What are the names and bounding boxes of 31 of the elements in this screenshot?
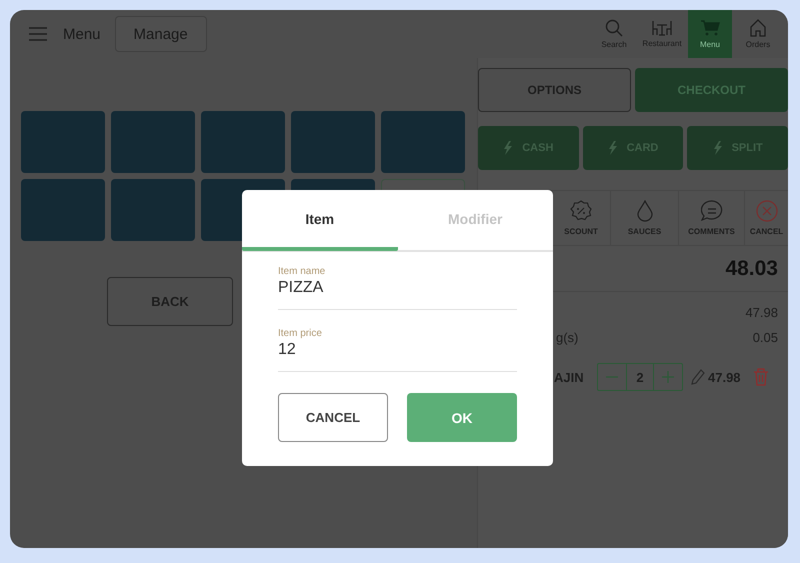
- product-tile[interactable]: [381, 111, 465, 173]
- table-chairs-icon: [651, 20, 673, 36]
- nav-tab[interactable]: Menu: [688, 10, 732, 58]
- dialog-tab[interactable]: Item: [242, 190, 398, 251]
- product-tile[interactable]: [21, 179, 105, 241]
- cart-icon: [700, 19, 720, 37]
- discount-icon: [570, 200, 592, 222]
- trash-icon[interactable]: [752, 368, 769, 386]
- product-tile[interactable]: [21, 111, 105, 173]
- order-total: 48.03: [725, 256, 778, 282]
- cancel-button[interactable]: CANCEL: [278, 393, 388, 442]
- lightning-icon: [712, 141, 722, 155]
- lightning-icon: [608, 141, 617, 155]
- ok-button[interactable]: OK: [407, 393, 517, 442]
- cancel-icon: [756, 200, 778, 222]
- product-tile[interactable]: [201, 111, 285, 173]
- product-tile[interactable]: [291, 111, 375, 173]
- dialog-tab[interactable]: Modifier: [398, 190, 553, 251]
- pencil-icon[interactable]: [691, 369, 705, 385]
- plus-icon: [662, 371, 674, 383]
- minus-icon: [606, 376, 618, 378]
- drop-icon: [636, 200, 652, 222]
- product-tile[interactable]: [111, 179, 195, 241]
- product-tile[interactable]: [111, 111, 195, 173]
- text-field[interactable]: Item name PIZZA: [278, 262, 517, 310]
- search-icon: [605, 19, 623, 37]
- menu-icon[interactable]: [29, 27, 47, 41]
- home-icon: [749, 19, 767, 37]
- lightning-icon: [503, 141, 512, 155]
- comment-icon: [700, 200, 722, 222]
- text-field[interactable]: Item price 12: [278, 324, 517, 372]
